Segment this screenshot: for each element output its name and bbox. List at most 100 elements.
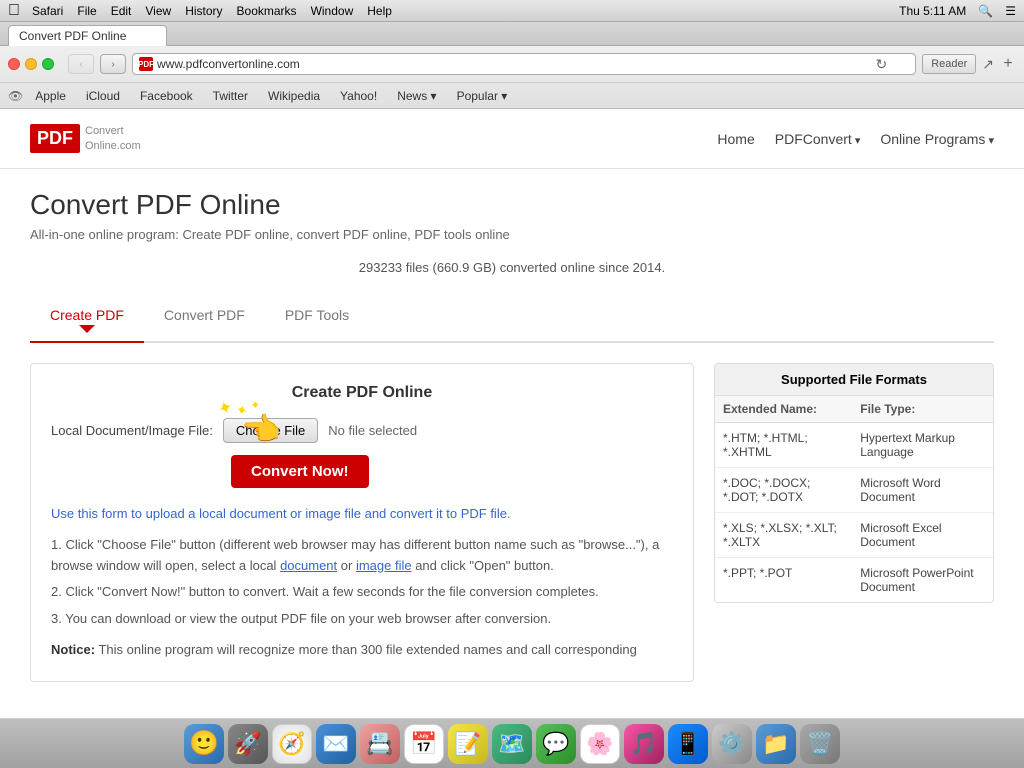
instructions-notice: Notice: This online program will recogni…: [51, 640, 673, 661]
reader-button[interactable]: Reader: [922, 54, 976, 74]
site-header: PDF Convert Online.com Home PDFConvert O…: [0, 109, 1024, 169]
bookmarks-icon: 👁: [8, 89, 23, 103]
nav-online-programs[interactable]: Online Programs: [880, 131, 994, 147]
table-row: *.HTM; *.HTML; *.XHTML Hypertext Markup …: [715, 423, 993, 468]
content-tabs: Create PDF Convert PDF PDF Tools: [30, 299, 994, 343]
apple-menu[interactable]: : [8, 2, 20, 20]
file-label: Local Document/Image File:: [51, 423, 213, 438]
table-row: *.XLS; *.XLSX; *.XLT; *.XLTX Microsoft E…: [715, 513, 993, 558]
menu-help[interactable]: Help: [367, 4, 392, 18]
menu-safari[interactable]: Safari: [32, 4, 63, 18]
table-row: *.DOC; *.DOCX; *.DOT; *.DOTX Microsoft W…: [715, 468, 993, 513]
table-row: *.PPT; *.POT Microsoft PowerPoint Docume…: [715, 558, 993, 603]
dock-messages[interactable]: 💬: [536, 724, 576, 764]
menu-history[interactable]: History: [185, 4, 222, 18]
col-type-header: File Type:: [852, 396, 993, 423]
formats-table: Extended Name: File Type: *.HTM; *.HTML;…: [715, 396, 993, 602]
new-tab-button[interactable]: +: [1000, 56, 1016, 72]
bookmark-apple[interactable]: Apple: [27, 87, 74, 105]
page-content: PDF Convert Online.com Home PDFConvert O…: [0, 109, 1024, 719]
type-doc: Microsoft Word Document: [852, 468, 993, 513]
dock-systemprefs[interactable]: ⚙️: [712, 724, 752, 764]
choose-file-button[interactable]: Choose File: [223, 418, 318, 443]
dock-finder2[interactable]: 📁: [756, 724, 796, 764]
menu-icon[interactable]: ☰: [1005, 4, 1016, 18]
dock-trash[interactable]: 🗑️: [800, 724, 840, 764]
instructions-step3: 3. You can download or view the output P…: [51, 609, 673, 630]
browser-chrome: Convert PDF Online ‹ › PDF www.pdfconver…: [0, 22, 1024, 109]
dock-calendar[interactable]: 📅: [404, 724, 444, 764]
dock: 🙂 🚀 🧭 ✉️ 📇 📅 📝 🗺️ 💬 🌸 🎵 📱 ⚙️ 📁 🗑️: [0, 718, 1024, 768]
dock-appstore[interactable]: 📱: [668, 724, 708, 764]
bookmark-popular[interactable]: Popular ▾: [449, 87, 516, 105]
logo-area: PDF Convert Online.com: [30, 124, 141, 153]
dock-safari[interactable]: 🧭: [272, 724, 312, 764]
ext-xls: *.XLS; *.XLSX; *.XLT; *.XLTX: [715, 513, 852, 558]
site-nav: Home PDFConvert Online Programs: [717, 131, 994, 147]
dock-photos[interactable]: 🌸: [580, 724, 620, 764]
bookmark-icloud[interactable]: iCloud: [78, 87, 128, 105]
favicon: PDF: [139, 57, 153, 71]
ext-doc: *.DOC; *.DOCX; *.DOT; *.DOTX: [715, 468, 852, 513]
col-ext-header: Extended Name:: [715, 396, 852, 423]
dock-maps[interactable]: 🗺️: [492, 724, 532, 764]
nav-pdfconvert[interactable]: PDFConvert: [775, 131, 861, 147]
supported-formats-table: Supported File Formats Extended Name: Fi…: [714, 363, 994, 603]
traffic-lights: [8, 58, 54, 70]
menu-bar:  Safari File Edit View History Bookmark…: [0, 0, 1024, 22]
form-title: Create PDF Online: [51, 384, 673, 402]
menu-edit[interactable]: Edit: [111, 4, 132, 18]
dock-finder[interactable]: 🙂: [184, 724, 224, 764]
form-wrapper: Create PDF Online Local Document/Image F…: [30, 363, 994, 682]
page-title: Convert PDF Online: [30, 189, 994, 221]
reload-button[interactable]: ↻: [875, 56, 887, 73]
bookmark-twitter[interactable]: Twitter: [205, 87, 256, 105]
maximize-button[interactable]: [42, 58, 54, 70]
dock-notes[interactable]: 📝: [448, 724, 488, 764]
bookmark-yahoo[interactable]: Yahoo!: [332, 87, 385, 105]
logo-pdf-badge: PDF: [30, 124, 80, 153]
menu-bookmarks[interactable]: Bookmarks: [237, 4, 297, 18]
instructions-step2: 2. Click "Convert Now!" button to conver…: [51, 582, 673, 603]
cursor-area: ✦ ✦ ✦ Choose File: [223, 418, 318, 443]
tab-convert-pdf[interactable]: Convert PDF: [144, 299, 265, 343]
dock-launchpad[interactable]: 🚀: [228, 724, 268, 764]
menu-window[interactable]: Window: [311, 4, 354, 18]
table-header: Supported File Formats: [715, 364, 993, 396]
bookmark-wikipedia[interactable]: Wikipedia: [260, 87, 328, 105]
instructions: Use this form to upload a local document…: [51, 504, 673, 661]
forward-button[interactable]: ›: [100, 54, 126, 74]
search-icon[interactable]: 🔍: [978, 4, 993, 18]
logo-text: Convert Online.com: [85, 124, 141, 153]
stats-bar: 293233 files (660.9 GB) converted online…: [30, 252, 994, 283]
convert-now-button[interactable]: Convert Now!: [231, 455, 369, 488]
menu-file[interactable]: File: [77, 4, 96, 18]
sparkle-effect: ✦ ✦ ✦: [218, 398, 261, 419]
share-icon[interactable]: ↗: [982, 56, 994, 73]
tab-pdf-tools[interactable]: PDF Tools: [265, 299, 369, 343]
page-subtitle: All-in-one online program: Create PDF on…: [30, 227, 994, 242]
file-input-row: Local Document/Image File: ✦ ✦ ✦ Choose …: [51, 418, 673, 443]
tab-create-pdf[interactable]: Create PDF: [30, 299, 144, 343]
bookmark-news[interactable]: News ▾: [389, 87, 444, 105]
tab-title: Convert PDF Online: [19, 29, 126, 43]
close-button[interactable]: [8, 58, 20, 70]
bookmark-facebook[interactable]: Facebook: [132, 87, 201, 105]
tab-active-indicator: [79, 325, 95, 333]
minimize-button[interactable]: [25, 58, 37, 70]
active-tab[interactable]: Convert PDF Online: [8, 25, 167, 46]
address-bar[interactable]: PDF www.pdfconvertonline.com ↻: [132, 53, 916, 75]
nav-home[interactable]: Home: [717, 131, 754, 147]
back-button[interactable]: ‹: [68, 54, 94, 74]
menu-view[interactable]: View: [145, 4, 171, 18]
dock-contacts[interactable]: 📇: [360, 724, 400, 764]
type-xls: Microsoft Excel Document: [852, 513, 993, 558]
convert-button-area: 👈 Convert Now!: [221, 455, 369, 488]
browser-toolbar: ‹ › PDF www.pdfconvertonline.com ↻ Reade…: [0, 46, 1024, 82]
dock-mail[interactable]: ✉️: [316, 724, 356, 764]
bookmarks-bar: 👁 Apple iCloud Facebook Twitter Wikipedi…: [0, 82, 1024, 108]
dock-itunes[interactable]: 🎵: [624, 724, 664, 764]
type-html: Hypertext Markup Language: [852, 423, 993, 468]
menu-bar-right: Thu 5:11 AM 🔍 ☰: [899, 4, 1016, 18]
clock: Thu 5:11 AM: [899, 4, 966, 18]
